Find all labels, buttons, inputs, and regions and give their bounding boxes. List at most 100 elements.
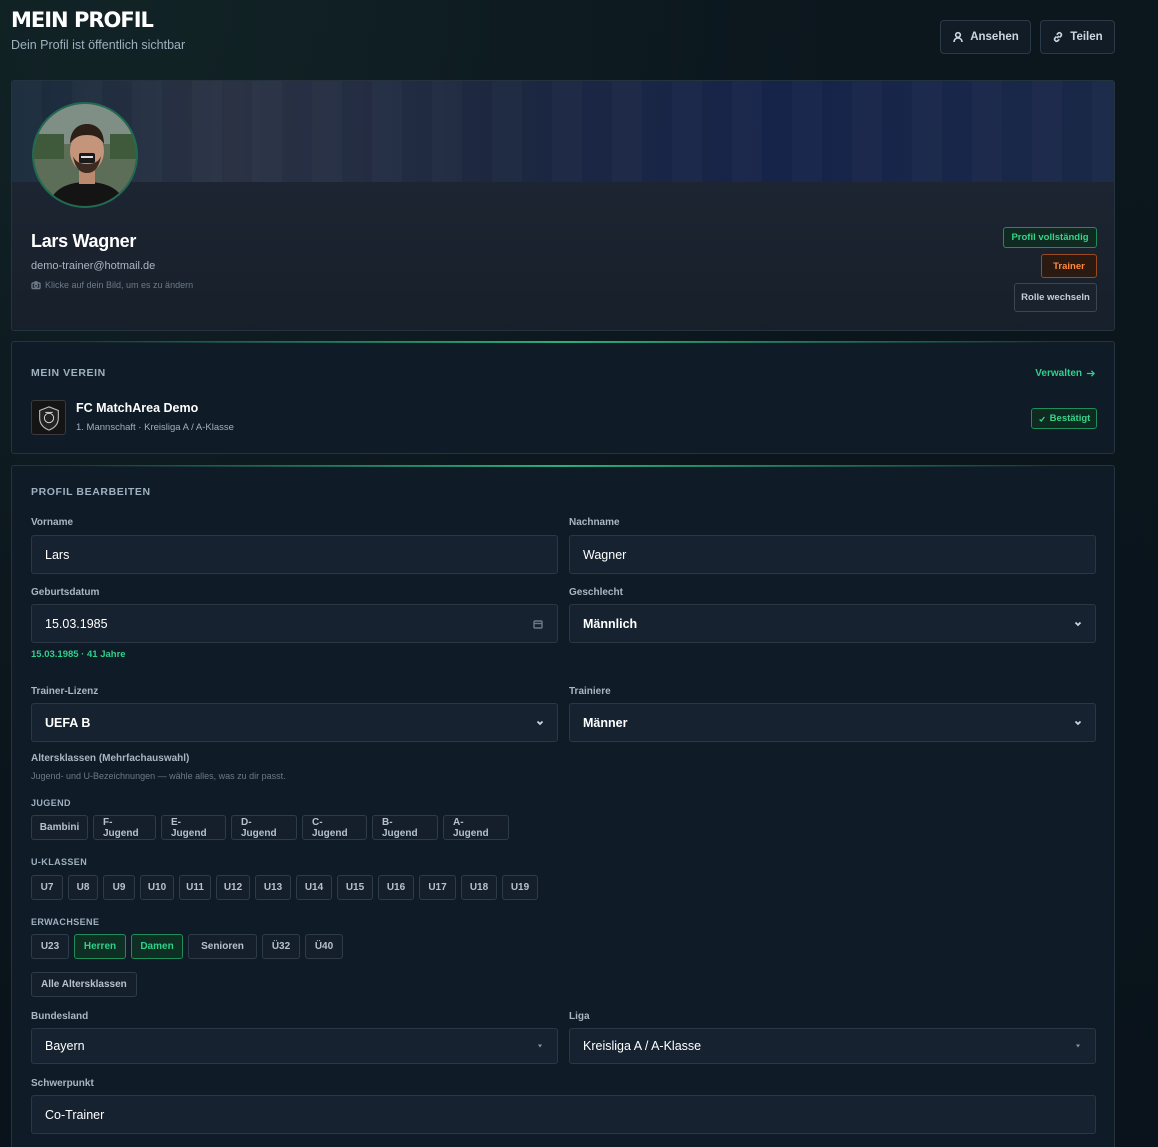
chevron-down-icon <box>536 720 544 725</box>
gender-select[interactable]: Männlich <box>569 604 1096 643</box>
club-details: 1. Mannschaft · Kreisliga A / A-Klasse <box>76 422 234 433</box>
age-class-chip[interactable]: U7 <box>31 875 63 900</box>
coaches-label: Trainiere <box>569 686 611 697</box>
age-class-chip[interactable]: U19 <box>502 875 538 900</box>
club-name: FC MatchArea Demo <box>76 401 199 415</box>
firstname-label: Vorname <box>31 517 74 528</box>
age-class-chip[interactable]: U10 <box>140 875 174 900</box>
age-class-chip[interactable]: U8 <box>68 875 98 900</box>
chevron-down-icon <box>1074 621 1082 626</box>
youth-group-label: JUGEND <box>31 798 71 808</box>
edit-profile-card: PROFIL BEARBEITEN Vorname Lars Nachname … <box>11 465 1115 1147</box>
birthdate-value: 15.03.1985 <box>45 616 108 631</box>
club-logo <box>31 400 66 435</box>
club-status-label: Bestätigt <box>1049 413 1091 424</box>
age-class-chip[interactable]: F-Jugend <box>93 815 156 840</box>
focus-value: Co-Trainer <box>45 1107 105 1122</box>
age-class-chip[interactable]: E-Jugend <box>161 815 226 840</box>
avatar-photo <box>34 104 136 206</box>
calendar-icon[interactable] <box>533 619 543 629</box>
gender-label: Geschlecht <box>569 587 623 598</box>
lastname-value: Wagner <box>583 547 627 562</box>
adult-group-label: ERWACHSENE <box>31 917 100 927</box>
age-class-chip[interactable]: U11 <box>179 875 211 900</box>
age-class-chip[interactable]: Ü40 <box>305 934 343 959</box>
firstname-field[interactable]: Lars <box>31 535 558 574</box>
club-card: MEIN VEREIN Verwalten FC MatchArea Demo … <box>11 341 1115 454</box>
page-subtitle: Dein Profil ist öffentlich sichtbar <box>11 38 186 52</box>
profile-name: Lars Wagner <box>31 231 137 251</box>
check-icon <box>1038 416 1045 422</box>
birthdate-field[interactable]: 15.03.1985 <box>31 604 558 643</box>
league-select[interactable]: Kreisliga A / A-Klasse <box>569 1028 1096 1064</box>
coaches-select[interactable]: Männer <box>569 703 1096 742</box>
lastname-field[interactable]: Wagner <box>569 535 1096 574</box>
age-class-chip[interactable]: U17 <box>419 875 456 900</box>
age-classes-hint: Jugend- und U-Bezeichnungen — wähle alle… <box>31 771 286 781</box>
club-crest-icon <box>38 405 59 431</box>
view-profile-button[interactable]: Ansehen <box>940 20 1031 54</box>
profile-email: demo-trainer@hotmail.de <box>31 260 156 272</box>
share-label: Teilen <box>1070 31 1103 43</box>
focus-label: Schwerpunkt <box>31 1078 94 1089</box>
league-value: Kreisliga A / A-Klasse <box>583 1039 702 1053</box>
age-class-chip[interactable]: Bambini <box>31 815 88 840</box>
club-section-label: MEIN VEREIN <box>31 367 106 379</box>
photo-hint-text: Klicke auf dein Bild, um es zu ändern <box>45 280 194 290</box>
birthdate-age-note: 15.03.1985 · 41 Jahre <box>31 649 126 660</box>
all-age-classes-button[interactable]: Alle Altersklassen <box>31 972 137 997</box>
state-label: Bundesland <box>31 1011 89 1022</box>
age-class-chip[interactable]: U9 <box>103 875 135 900</box>
age-class-chip[interactable]: Damen <box>131 934 183 959</box>
club-status-badge: Bestätigt <box>1031 408 1097 429</box>
state-select[interactable]: Bayern <box>31 1028 558 1064</box>
age-class-chip[interactable]: U16 <box>378 875 414 900</box>
license-label: Trainer-Lizenz <box>31 686 99 697</box>
coaches-value: Männer <box>583 715 628 730</box>
focus-field[interactable]: Co-Trainer <box>31 1095 1096 1134</box>
camera-icon <box>31 281 41 290</box>
switch-role-button[interactable]: Rolle wechseln <box>1014 283 1097 312</box>
age-class-chip[interactable]: U13 <box>255 875 291 900</box>
age-classes-label: Altersklassen (Mehrfachauswahl) <box>31 753 190 764</box>
gender-value: Männlich <box>583 616 638 631</box>
league-label: Liga <box>569 1011 590 1022</box>
age-class-chip[interactable]: U14 <box>296 875 332 900</box>
age-class-chip[interactable]: U12 <box>216 875 250 900</box>
user-icon <box>953 31 964 43</box>
profile-banner <box>12 81 1114 182</box>
u-chips: U7 U8 U9 U10 U11 U12 U13 U14 U15 U16 U17 U18 U19 <box>31 875 538 900</box>
age-class-chip[interactable]: Ü32 <box>262 934 300 959</box>
age-class-chip[interactable]: U15 <box>337 875 373 900</box>
age-class-chip[interactable]: Senioren <box>188 934 257 959</box>
manage-club-link[interactable]: Verwalten <box>1035 368 1095 379</box>
age-class-chip[interactable]: B-Jugend <box>372 815 438 840</box>
state-value: Bayern <box>45 1039 85 1053</box>
youth-chips: Bambini F-Jugend E-Jugend D-Jugend C-Jugend B… <box>31 815 509 840</box>
age-class-chip[interactable]: Herren <box>74 934 126 959</box>
dropdown-arrow-icon <box>1076 1044 1080 1048</box>
birthdate-label: Geburtsdatum <box>31 587 100 598</box>
license-select[interactable]: UEFA B <box>31 703 558 742</box>
age-class-chip[interactable]: A-Jugend <box>443 815 509 840</box>
age-class-chip[interactable]: D-Jugend <box>231 815 297 840</box>
profile-complete-badge: Profil vollständig <box>1003 227 1097 248</box>
age-class-chip[interactable]: U18 <box>461 875 497 900</box>
age-class-chip[interactable]: C-Jugend <box>302 815 367 840</box>
u-group-label: U-KLASSEN <box>31 857 88 867</box>
firstname-value: Lars <box>45 547 70 562</box>
profile-hero-card: Lars Wagner demo-trainer@hotmail.de Klic… <box>11 80 1115 331</box>
manage-club-label: Verwalten <box>1035 368 1082 379</box>
avatar[interactable] <box>32 102 138 208</box>
link-icon <box>1054 32 1063 42</box>
age-class-chip[interactable]: U23 <box>31 934 69 959</box>
role-badge: Trainer <box>1041 254 1097 278</box>
share-button[interactable]: Teilen <box>1040 20 1115 54</box>
chevron-down-icon <box>1074 720 1082 725</box>
arrow-right-icon <box>1086 370 1095 377</box>
view-profile-label: Ansehen <box>970 31 1019 43</box>
edit-section-label: PROFIL BEARBEITEN <box>31 486 151 498</box>
adult-chips: U23 Herren Damen Senioren Ü32 Ü40 <box>31 934 343 959</box>
dropdown-arrow-icon <box>538 1044 542 1048</box>
page-title: MEIN PROFIL <box>11 8 154 32</box>
